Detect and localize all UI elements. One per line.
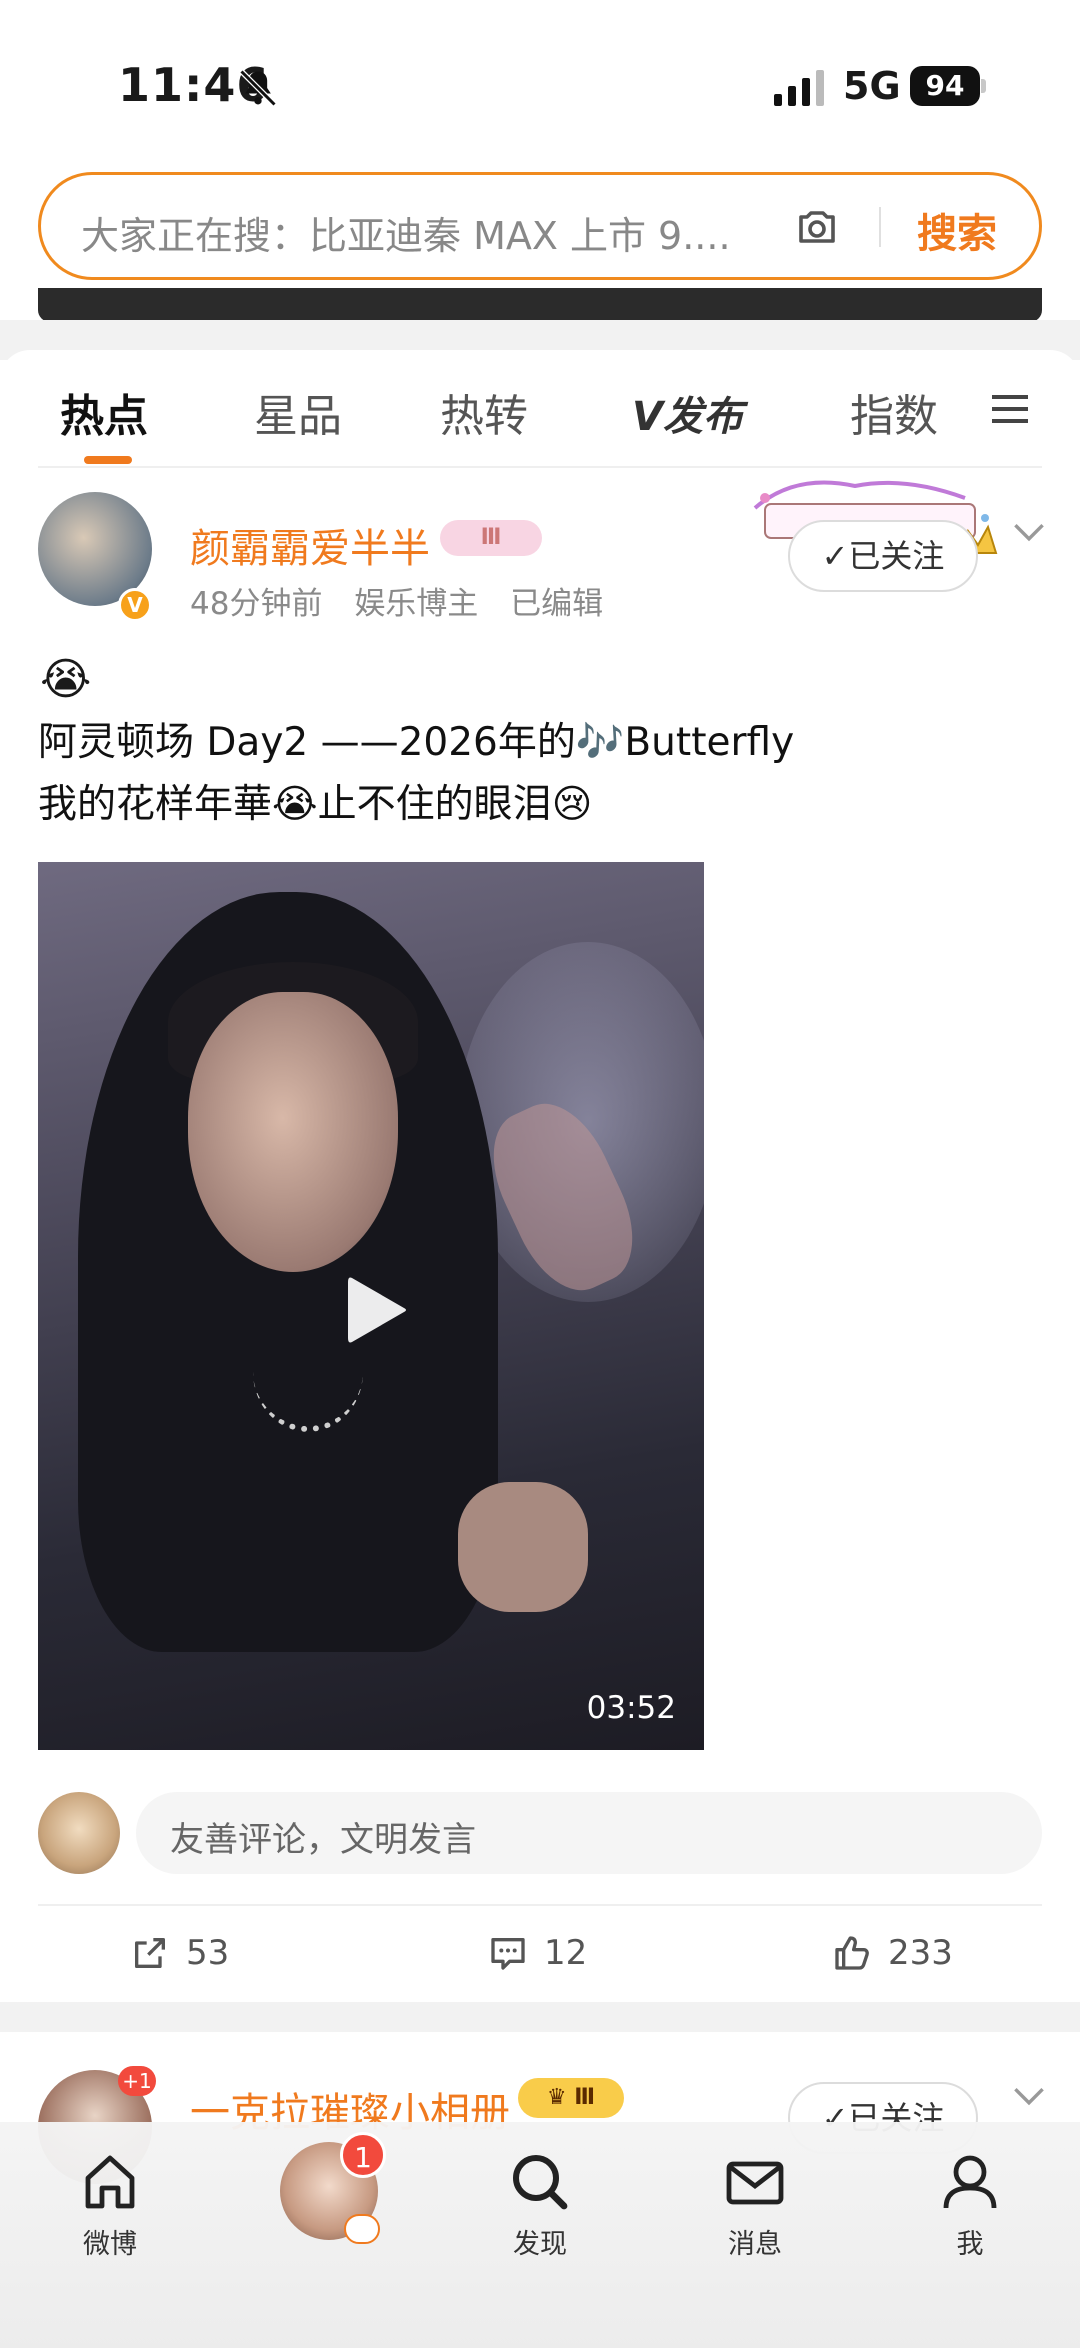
comment-count: 12 (544, 1933, 588, 1973)
comment-button[interactable]: 12 (488, 1928, 587, 1978)
search-divider (879, 207, 881, 247)
profile-icon (943, 2155, 997, 2209)
like-button[interactable]: 233 (832, 1928, 953, 1978)
tab-hot[interactable]: 热点 (60, 380, 148, 444)
battery-level: 94 (910, 66, 980, 106)
post2-chevron-down-icon[interactable] (1012, 2084, 1046, 2108)
nav-home[interactable]: 微博 (50, 2150, 170, 2261)
tab-active-indicator (84, 456, 132, 464)
tab-star-products[interactable]: 星品 (254, 380, 342, 444)
signal-icon (774, 70, 824, 106)
post-text: 阿灵顿场 Day2 ——2026年的🎶Butterfly 我的花样年華😭止不住的… (38, 712, 1048, 836)
post-text-line-2: 我的花样年華😭止不住的眼泪😢 (38, 782, 593, 827)
post-emoji: 😭 (40, 654, 92, 705)
search-button[interactable]: 搜索 (917, 201, 997, 259)
verified-badge-icon: V (118, 588, 152, 622)
comment-input[interactable]: 友善评论，文明发言 (136, 1792, 1042, 1874)
post-time: 48分钟前 (190, 586, 323, 622)
like-icon (835, 1936, 869, 1970)
nav-me-label: 我 (956, 2229, 984, 2260)
nav-discover[interactable]: 发现 (480, 2150, 600, 2261)
post-author-name[interactable]: 颜霸霸爱半半 (190, 516, 430, 574)
comment-icon (491, 1938, 525, 1970)
edited-flag: 已编辑 (510, 586, 604, 622)
network-type: 5G (843, 64, 901, 108)
crown-badge-level: Ⅲ (574, 2085, 596, 2110)
video-duration: 03:52 (586, 1690, 676, 1726)
feed-separator (0, 2002, 1080, 2032)
tab-index[interactable]: 指数 (850, 380, 938, 444)
like-count: 233 (888, 1933, 953, 1973)
discover-search-icon (513, 2155, 568, 2210)
my-avatar (38, 1792, 120, 1874)
post-meta: 48分钟前 娱乐博主 已编辑 (190, 578, 625, 623)
search-input[interactable]: 大家正在搜：比亚迪秦 MAX 上市 9.... (81, 205, 781, 260)
tab-v-publish[interactable]: V发布 (632, 384, 743, 442)
status-bar: 11:46 5G 94 (0, 0, 1080, 150)
battery-nub (981, 79, 986, 93)
actions-divider (38, 1904, 1042, 1906)
video-player[interactable]: 03:52 (38, 862, 704, 1750)
repost-button[interactable]: 53 (130, 1928, 229, 1978)
comment-placeholder: 友善评论，文明发言 (170, 1820, 476, 1860)
camera-icon[interactable] (793, 203, 841, 251)
chevron-down-icon[interactable] (1012, 520, 1046, 544)
post-text-line-1: 阿灵顿场 Day2 ——2026年的🎶Butterfly (38, 720, 795, 765)
bell-muted-icon (239, 69, 277, 107)
nav-discover-label: 发现 (513, 2229, 567, 2260)
nav-me[interactable]: 我 (910, 2150, 1030, 2261)
follow-button[interactable]: ✓已关注 (788, 520, 978, 592)
play-icon[interactable] (344, 1274, 408, 1346)
video-face (188, 992, 398, 1272)
nav-home-label: 微博 (83, 2229, 137, 2260)
repost-count: 53 (186, 1933, 230, 1973)
author-category: 娱乐博主 (354, 586, 479, 622)
video-hand (458, 1482, 588, 1612)
crown-member-badge: ♛ Ⅲ (518, 2078, 624, 2118)
mail-icon (726, 2161, 784, 2205)
avatar-plus-badge: +1 (118, 2066, 156, 2096)
channel-tabs: 热点 星品 热转 V发布 指数 (0, 350, 1080, 470)
menu-icon[interactable] (990, 392, 1030, 426)
previous-card-edge (38, 288, 1042, 322)
nav-watch-icon (344, 2214, 380, 2244)
nav-messages[interactable]: 消息 (695, 2150, 815, 2261)
home-icon (85, 2155, 135, 2209)
bottom-navigation: 微博 1 发现 消息 我 (0, 2122, 1080, 2348)
tab-hot-reposts[interactable]: 热转 (440, 380, 528, 444)
search-bar[interactable]: 大家正在搜：比亚迪秦 MAX 上市 9.... 搜索 (38, 172, 1042, 280)
repost-icon (135, 1938, 165, 1968)
member-level-badge: Ⅲ (440, 520, 542, 556)
nav-notification-badge: 1 (340, 2132, 386, 2178)
weibo-app: 11:46 5G 94 大家正在搜：比亚迪秦 MAX 上市 9.... 搜索 热… (0, 0, 1080, 2348)
nav-messages-label: 消息 (728, 2229, 782, 2260)
